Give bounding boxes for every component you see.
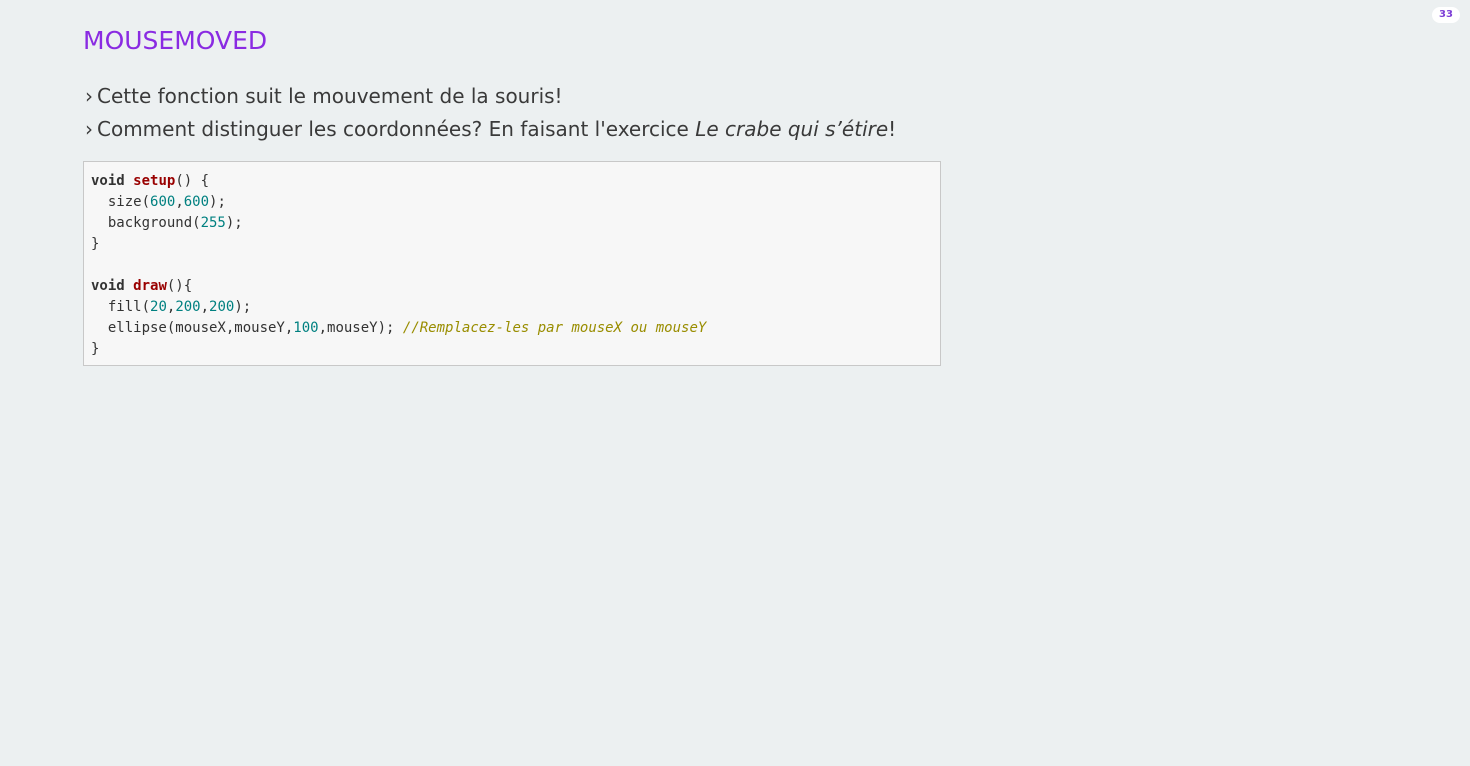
code-text: } <box>91 341 100 357</box>
code-text: fill( <box>91 299 151 315</box>
code-number: 600 <box>183 194 210 210</box>
bullet-chevron-icon: › <box>85 84 93 108</box>
code-text: , <box>200 299 210 315</box>
code-keyword: void <box>91 278 125 294</box>
code-text: (){ <box>166 278 193 294</box>
code-keyword: void <box>91 173 125 189</box>
code-text: background( <box>91 215 201 231</box>
code-listing: void setup() { size(600,600); background… <box>84 162 940 369</box>
code-text: size( <box>91 194 151 210</box>
page-number-badge: 33 <box>1432 7 1460 23</box>
bullet-item: › Comment distinguer les coordonnées? En … <box>85 113 896 146</box>
slide-title: MOUSEMOVED <box>83 26 268 55</box>
code-text: , <box>175 194 184 210</box>
code-block: void setup() { size(600,600); background… <box>83 161 941 366</box>
code-text: ); <box>209 194 226 210</box>
slide: 33 MOUSEMOVED › Cette fonction suit le mo… <box>0 0 1470 766</box>
code-number: 100 <box>293 320 319 336</box>
code-text: ); <box>225 215 243 231</box>
code-text: ellipse(mouseX,mouseY, <box>91 320 294 336</box>
bullet-text: Comment distinguer les coordonnées? En f… <box>97 117 696 141</box>
bullet-list: › Cette fonction suit le mouvement de la … <box>85 80 896 146</box>
code-text: ,mouseY); <box>318 320 403 336</box>
code-text: } <box>91 236 100 252</box>
code-text: ); <box>234 299 252 315</box>
code-number: 200 <box>175 299 201 315</box>
bullet-item: › Cette fonction suit le mouvement de la … <box>85 80 896 113</box>
code-comment: //Remplacez-les par mouseX ou mouseY <box>402 320 707 336</box>
code-number: 255 <box>200 215 226 231</box>
code-function-name: draw <box>133 278 167 294</box>
code-function-name: setup <box>133 173 176 189</box>
code-text: () { <box>175 173 210 189</box>
code-number: 200 <box>209 299 235 315</box>
bullet-text: Cette fonction suit le mouvement de la s… <box>97 84 563 108</box>
code-number: 20 <box>150 299 167 315</box>
code-number: 600 <box>150 194 176 210</box>
bullet-text-end: ! <box>888 117 897 141</box>
bullet-chevron-icon: › <box>85 117 93 141</box>
exercise-name: Le crabe qui s’étire <box>695 117 889 141</box>
